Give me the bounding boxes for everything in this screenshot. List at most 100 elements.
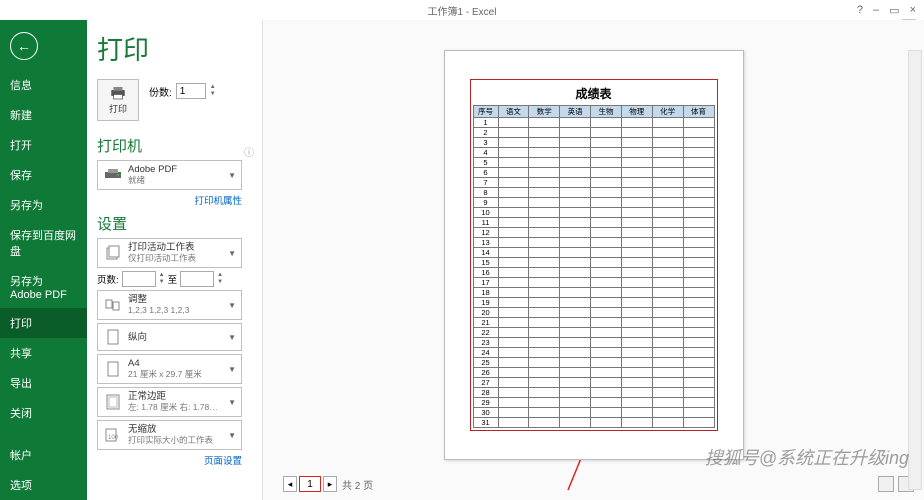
nav-item-6[interactable]: 另存为 Adobe PDF (0, 266, 87, 308)
pages-to-input[interactable] (180, 271, 214, 287)
table-row: 9 (473, 198, 714, 208)
minimize-icon[interactable]: – (873, 4, 879, 17)
table-row: 31 (473, 418, 714, 428)
help-icon[interactable]: ? (857, 4, 863, 17)
printer-section-heading: 打印机 (97, 135, 262, 156)
info-icon[interactable]: ⓘ (244, 144, 254, 159)
nav-item-5[interactable]: 保存到百度网盘 (0, 220, 87, 266)
page-setup-link[interactable]: 页面设置 (97, 453, 242, 467)
table-header: 生物 (591, 106, 622, 118)
table-header: 序号 (473, 106, 498, 118)
table-row: 25 (473, 358, 714, 368)
nav-item2-1[interactable]: 选项 (0, 470, 87, 500)
table-row: 12 (473, 228, 714, 238)
table-row: 14 (473, 248, 714, 258)
next-page-button[interactable]: ▸ (323, 476, 337, 492)
total-pages-label: 共 2 页 (342, 477, 373, 492)
table-row: 21 (473, 318, 714, 328)
pages-from-input[interactable] (122, 271, 156, 287)
page-icon (103, 359, 123, 379)
backstage-sidebar: ← 信息新建打开保存另存为保存到百度网盘另存为 Adobe PDF打印共享导出关… (0, 20, 87, 500)
table-row: 5 (473, 158, 714, 168)
table-row: 18 (473, 288, 714, 298)
current-page-input[interactable] (299, 476, 321, 492)
nav-item-7[interactable]: 打印 (0, 308, 87, 338)
nav-item-0[interactable]: 信息 (0, 70, 87, 100)
collate-icon (103, 295, 123, 315)
table-row: 17 (473, 278, 714, 288)
table-row: 23 (473, 338, 714, 348)
scaling-dropdown[interactable]: 100 无缩放打印实际大小的工作表 ▼ (97, 420, 242, 450)
nav-item-1[interactable]: 新建 (0, 100, 87, 130)
chevron-down-icon: ▼ (228, 171, 236, 180)
table-row: 30 (473, 408, 714, 418)
table-row: 22 (473, 328, 714, 338)
table-row: 29 (473, 398, 714, 408)
preview-scrollbar[interactable] (908, 50, 922, 490)
print-what-dropdown[interactable]: 打印活动工作表仅打印活动工作表 ▼ (97, 238, 242, 268)
printer-icon (109, 86, 127, 100)
orientation-dropdown[interactable]: 纵向 ▼ (97, 323, 242, 351)
chevron-down-icon: ▼ (228, 333, 236, 342)
data-table: 序号语文数学英语生物物理化学体育 12345678910111213141516… (473, 105, 715, 428)
preview-page: 成绩表 序号语文数学英语生物物理化学体育 1234567891011121314… (444, 50, 744, 460)
table-header: 数学 (529, 106, 560, 118)
pages-label: 页数: (97, 272, 119, 286)
nav-item-8[interactable]: 共享 (0, 338, 87, 368)
back-button[interactable]: ← (10, 32, 38, 60)
scaling-icon: 100 (103, 425, 123, 445)
table-row: 20 (473, 308, 714, 318)
table-row: 10 (473, 208, 714, 218)
print-preview-area: 第1页有表头 成绩表 序号语文数学英语生物物理化学体育 123456789101… (262, 20, 924, 500)
table-row: 19 (473, 298, 714, 308)
table-row: 3 (473, 138, 714, 148)
nav-item-3[interactable]: 保存 (0, 160, 87, 190)
chevron-down-icon: ▼ (228, 398, 236, 407)
table-row: 15 (473, 258, 714, 268)
sheets-icon (103, 243, 123, 263)
nav-item2-0[interactable]: 帐户 (0, 440, 87, 470)
page-navigation: ◂ ▸ 共 2 页 (283, 476, 373, 492)
table-header: 英语 (560, 106, 591, 118)
nav-item-9[interactable]: 导出 (0, 368, 87, 398)
copies-spinner[interactable]: ▲▼ (210, 84, 216, 98)
copies-input[interactable] (176, 83, 206, 99)
portrait-icon (103, 327, 123, 347)
print-button[interactable]: 打印 (97, 79, 139, 121)
margins-icon (103, 392, 123, 412)
table-row: 27 (473, 378, 714, 388)
close-icon[interactable]: × (910, 4, 916, 17)
table-row: 28 (473, 388, 714, 398)
paper-size-dropdown[interactable]: A421 厘米 x 29.7 厘米 ▼ (97, 354, 242, 384)
table-row: 7 (473, 178, 714, 188)
nav-item-2[interactable]: 打开 (0, 130, 87, 160)
chevron-down-icon: ▼ (228, 431, 236, 440)
print-settings-panel: 打印 打印 份数: ▲▼ 打印机 ⓘ Adobe PDF就绪 ▼ 打印机属性 (87, 20, 262, 500)
setup-section-heading: 设置 (97, 213, 262, 234)
table-row: 24 (473, 348, 714, 358)
sheet-title: 成绩表 (473, 82, 715, 105)
margins-dropdown[interactable]: 正常边距左: 1.78 厘米 右: 1.78… ▼ (97, 387, 242, 417)
chevron-down-icon: ▼ (228, 365, 236, 374)
table-row: 11 (473, 218, 714, 228)
maximize-icon[interactable]: ▭ (889, 4, 899, 17)
prev-page-button[interactable]: ◂ (283, 476, 297, 492)
printer-dropdown[interactable]: Adobe PDF就绪 ▼ (97, 160, 242, 190)
nav-item-10[interactable]: 关闭 (0, 398, 87, 428)
zoom-to-page-button[interactable] (878, 476, 894, 492)
collate-dropdown[interactable]: 调整1,2,3 1,2,3 1,2,3 ▼ (97, 290, 242, 320)
printer-device-icon (103, 165, 123, 185)
table-row: 2 (473, 128, 714, 138)
table-row: 13 (473, 238, 714, 248)
table-row: 4 (473, 148, 714, 158)
table-header: 化学 (652, 106, 683, 118)
table-header: 物理 (621, 106, 652, 118)
table-row: 8 (473, 188, 714, 198)
table-row: 16 (473, 268, 714, 278)
page-heading: 打印 (97, 30, 262, 67)
nav-item-4[interactable]: 另存为 (0, 190, 87, 220)
table-row: 6 (473, 168, 714, 178)
printer-properties-link[interactable]: 打印机属性 (97, 193, 242, 207)
chevron-down-icon: ▼ (228, 301, 236, 310)
table-row: 26 (473, 368, 714, 378)
